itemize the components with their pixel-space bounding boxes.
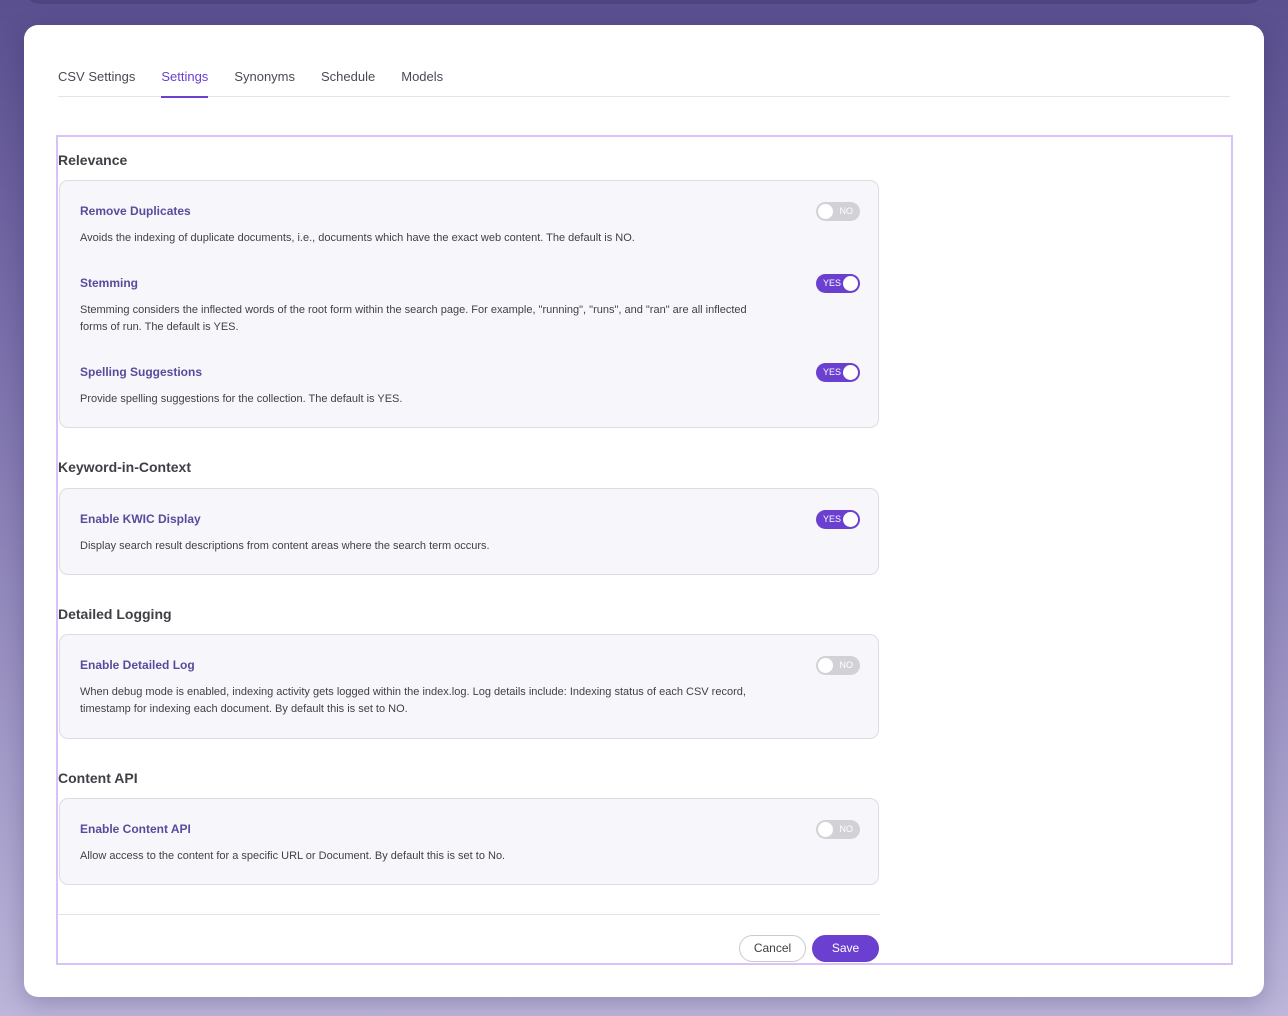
section-title-logging: Detailed Logging (58, 606, 172, 622)
setting-description: Allow access to the content for a specif… (80, 850, 506, 862)
toggle-knob (818, 204, 833, 219)
setting-title: Spelling Suggestions (80, 365, 203, 379)
setting-enable-log: Enable Detailed Log When debug mode is e… (80, 656, 860, 718)
setting-title: Enable KWIC Display (80, 512, 201, 526)
toggle-knob (818, 658, 833, 673)
stemming-toggle[interactable]: YES (816, 274, 860, 293)
footer-divider (58, 914, 880, 915)
toggle-state: NO (839, 206, 854, 216)
kwic-card: Enable KWIC Display Display search resul… (59, 488, 879, 575)
relevance-card: Remove Duplicates Avoids the indexing of… (59, 180, 879, 428)
toggle-knob (843, 276, 858, 291)
setting-title: Enable Content API (80, 822, 191, 836)
tab-settings[interactable]: Settings (161, 69, 208, 98)
setting-description: Provide spelling suggestions for the col… (80, 393, 403, 405)
enable-log-toggle[interactable]: NO (816, 656, 860, 675)
toggle-state: YES (823, 278, 842, 288)
section-title-relevance: Relevance (58, 152, 128, 168)
setting-remove-duplicates: Remove Duplicates Avoids the indexing of… (80, 202, 860, 247)
cancel-button[interactable]: Cancel (739, 935, 806, 962)
tab-models[interactable]: Models (401, 69, 443, 97)
spelling-suggestions-toggle[interactable]: YES (816, 363, 860, 382)
setting-description: Display search result descriptions from … (80, 540, 490, 552)
enable-kwic-toggle[interactable]: YES (816, 510, 860, 529)
tab-synonyms[interactable]: Synonyms (234, 69, 295, 97)
toggle-knob (843, 365, 858, 380)
setting-description: Avoids the indexing of duplicate documen… (80, 232, 635, 244)
setting-title: Enable Detailed Log (80, 658, 195, 672)
section-title-kwic: Keyword-in-Context (58, 459, 191, 475)
tab-schedule[interactable]: Schedule (321, 69, 375, 97)
tab-csv-settings[interactable]: CSV Settings (58, 69, 135, 97)
setting-title: Remove Duplicates (80, 204, 191, 218)
setting-description: When debug mode is enabled, indexing act… (80, 686, 746, 715)
tab-bar: CSV Settings Settings Synonyms Schedule … (58, 69, 1230, 98)
toggle-knob (843, 512, 858, 527)
top-strip (24, 0, 1264, 4)
setting-enable-content-api: Enable Content API Allow access to the c… (80, 820, 860, 865)
toggle-state: YES (823, 514, 842, 524)
content-api-card: Enable Content API Allow access to the c… (59, 798, 879, 885)
remove-duplicates-toggle[interactable]: NO (816, 202, 860, 221)
enable-content-api-toggle[interactable]: NO (816, 820, 860, 839)
toggle-state: YES (823, 367, 842, 377)
setting-spelling-suggestions: Spelling Suggestions Provide spelling su… (80, 363, 860, 408)
setting-title: Stemming (80, 276, 139, 290)
toggle-state: NO (839, 660, 854, 670)
settings-form: Relevance Remove Duplicates Avoids the i… (56, 135, 1233, 965)
setting-stemming: Stemming Stemming considers the inflecte… (80, 274, 860, 336)
setting-enable-kwic: Enable KWIC Display Display search resul… (80, 510, 860, 555)
toggle-knob (818, 822, 833, 837)
section-title-content-api: Content API (58, 770, 138, 786)
save-button[interactable]: Save (812, 935, 879, 962)
logging-card: Enable Detailed Log When debug mode is e… (59, 634, 879, 739)
setting-description: Stemming considers the inflected words o… (80, 304, 747, 333)
toggle-state: NO (839, 824, 854, 834)
settings-panel: CSV Settings Settings Synonyms Schedule … (24, 25, 1264, 997)
